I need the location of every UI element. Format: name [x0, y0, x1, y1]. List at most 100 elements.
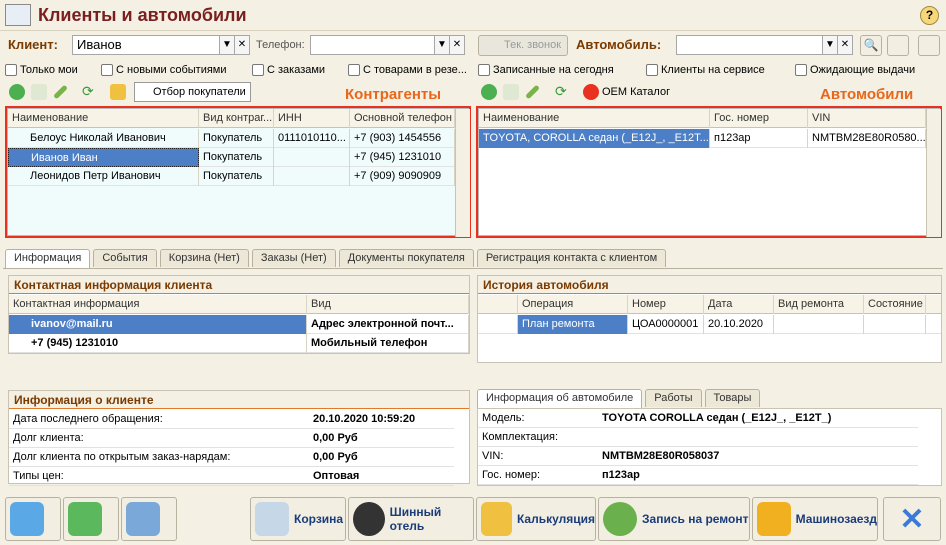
clients-table: Наименование Вид контраг... ИНН Основной…	[7, 108, 470, 237]
phone-clear-icon[interactable]: ✕	[449, 35, 465, 55]
filter-only-mine[interactable]: Только мои	[5, 64, 78, 76]
info-row: Типы цен: Оптовая	[9, 467, 454, 486]
oem-catalog-icon[interactable]	[583, 84, 599, 100]
table-row[interactable]: Белоус Николай Иванович Покупатель 01110…	[8, 129, 455, 148]
email-icon	[126, 502, 160, 536]
oem-catalog-button[interactable]: OEM Каталог	[602, 86, 670, 98]
search-icon[interactable]: 🔍	[860, 35, 882, 56]
client-input[interactable]: Иванов	[72, 35, 220, 55]
car-add-icon[interactable]	[481, 84, 497, 100]
sms-button[interactable]	[63, 497, 119, 541]
table-row[interactable]: Леонидов Петр Иванович Покупатель +7 (90…	[8, 167, 455, 186]
clients-scrollbar[interactable]	[455, 109, 470, 237]
history-panel: История автомобиля Операция Номер Дата В…	[477, 275, 942, 363]
car-copy-icon[interactable]	[503, 84, 519, 100]
cars-frame: Наименование Гос. номер VIN TOYOTA, CORO…	[476, 106, 942, 238]
app-icon	[5, 4, 31, 26]
car-arrival-button[interactable]: Машинозаезд	[752, 497, 878, 541]
col-inn[interactable]: ИНН	[274, 109, 350, 128]
car-info-tabs: Информация об автомобиле Работы Товары	[477, 389, 761, 409]
tab-events[interactable]: События	[93, 249, 157, 267]
cart-icon	[255, 502, 289, 536]
title-bar: Клиенты и автомобили ?	[0, 0, 946, 31]
tab-car-info[interactable]: Информация об автомобиле	[477, 389, 643, 409]
info-row: Модель: TOYOTA COROLLA седан (_E12J_, _E1…	[478, 409, 918, 428]
add-icon[interactable]	[9, 84, 25, 100]
filter-new-events[interactable]: С новыми событиями	[101, 64, 227, 76]
current-call-button[interactable]: Тек. звонок	[478, 35, 568, 56]
clients-header: Наименование Вид контраг... ИНН Основной…	[8, 109, 455, 128]
col-plate[interactable]: Гос. номер	[710, 109, 808, 128]
col-name[interactable]: Наименование	[8, 109, 199, 128]
tab-info[interactable]: Информация	[5, 249, 91, 269]
info-row: Комплектация:	[478, 428, 918, 447]
cart-button[interactable]: Корзина	[250, 497, 346, 541]
history-header: Операция Номер Дата Вид ремонта Состояни…	[478, 295, 941, 314]
client-label: Клиент:	[8, 37, 58, 52]
table-row[interactable]: +7 (945) 1231010 Мобильный телефон	[9, 334, 469, 353]
filter-on-service[interactable]: Клиенты на сервисе	[646, 64, 765, 76]
filter-with-orders[interactable]: С заказами	[252, 64, 325, 76]
buyer-filter-button[interactable]: Отбор покупатели	[134, 82, 251, 102]
col-car-name[interactable]: Наименование	[479, 109, 710, 128]
edit-icon[interactable]	[53, 84, 68, 100]
tab-works[interactable]: Работы	[645, 389, 702, 407]
refresh-icon[interactable]: ⟳	[82, 83, 94, 100]
info-row: Гос. номер: п123ар	[478, 466, 918, 485]
phone-dropdown-icon[interactable]: ▼	[434, 35, 450, 55]
close-icon: ✕	[899, 502, 925, 536]
car-label: Автомобиль:	[576, 37, 662, 52]
document-icon	[478, 315, 518, 334]
calculation-button[interactable]: Калькуляция	[476, 497, 596, 541]
car-refresh-icon[interactable]: ⟳	[555, 83, 567, 100]
tab-orders[interactable]: Заказы (Нет)	[251, 249, 336, 267]
tire-hotel-button[interactable]: Шинный отель	[348, 497, 474, 541]
phone-input[interactable]	[310, 35, 436, 55]
col-vin[interactable]: VIN	[808, 109, 926, 128]
client-clear-icon[interactable]: ✕	[234, 35, 250, 55]
filter-reserved-goods[interactable]: С товарами в резе...	[348, 64, 467, 76]
car-settings-icon[interactable]	[918, 35, 940, 56]
car-icon	[757, 502, 791, 536]
copy-icon[interactable]	[31, 84, 47, 100]
cars-table: Наименование Гос. номер VIN TOYOTA, CORO…	[478, 108, 941, 237]
car-clear-icon[interactable]: ✕	[837, 35, 853, 55]
contact-header: Контактная информация Вид	[9, 295, 469, 314]
repair-booking-button[interactable]: Запись на ремонт	[598, 497, 750, 541]
info-row: Дата последнего обращения: 20.10.2020 10:…	[9, 410, 454, 429]
info-row: VIN: NMTBM28E80R058037	[478, 447, 918, 466]
search-clear-icon[interactable]	[887, 35, 909, 56]
tab-docs[interactable]: Документы покупателя	[338, 249, 474, 267]
tabs-divider	[3, 268, 943, 269]
cars-label: Автомобили	[820, 86, 914, 103]
car-input[interactable]	[676, 35, 824, 55]
client-info-panel: Информация о клиенте Дата последнего обр…	[8, 390, 470, 486]
help-icon[interactable]: ?	[920, 6, 939, 25]
tab-contact-reg[interactable]: Регистрация контакта с клиентом	[476, 249, 667, 267]
info-row: Долг клиента по открытым заказ-нарядам: 0…	[9, 448, 454, 467]
folder-icon[interactable]	[110, 84, 126, 100]
table-row-selected[interactable]: TOYOTA, COROLLA седан (_E12J_, _E12T... …	[479, 129, 926, 148]
phone-button[interactable]	[5, 497, 61, 541]
cars-scrollbar[interactable]	[926, 109, 941, 237]
client-dropdown-icon[interactable]: ▼	[219, 35, 235, 55]
filter-awaiting-pickup[interactable]: Ожидающие выдачи	[795, 64, 915, 76]
contact-panel: Контактная информация клиента Контактная…	[8, 275, 470, 354]
col-kind[interactable]: Вид контраг...	[199, 109, 274, 128]
sms-icon	[68, 502, 102, 536]
tire-icon	[353, 502, 385, 536]
client-info-title: Информация о клиенте	[9, 391, 469, 409]
col-phone[interactable]: Основной телефон	[350, 109, 455, 128]
info-tabs: Информация События Корзина (Нет) Заказы …	[5, 249, 667, 269]
tab-cart[interactable]: Корзина (Нет)	[159, 249, 249, 267]
car-dropdown-icon[interactable]: ▼	[822, 35, 838, 55]
cars-header: Наименование Гос. номер VIN	[479, 109, 926, 128]
table-row-selected[interactable]: Иванов Иван Покупатель +7 (945) 1231010	[8, 148, 455, 167]
car-edit-icon[interactable]	[525, 84, 540, 100]
close-button[interactable]: ✕	[883, 497, 941, 541]
table-row-selected[interactable]: ivanov@mail.ru Адрес электронной почт...	[9, 315, 469, 334]
filter-booked-today[interactable]: Записанные на сегодня	[478, 64, 614, 76]
tab-goods[interactable]: Товары	[704, 389, 761, 407]
email-button[interactable]	[121, 497, 177, 541]
table-row[interactable]: План ремонта ЦОА0000001 20.10.2020	[478, 315, 941, 334]
